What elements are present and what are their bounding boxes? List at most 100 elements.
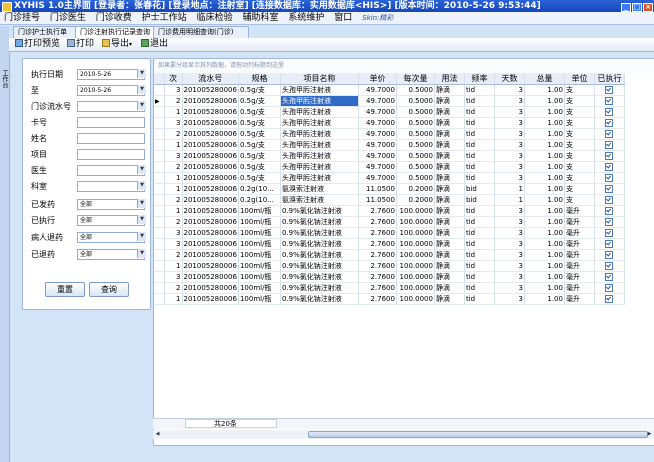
table-cell[interactable]: 头孢甲肟注射液 <box>280 84 359 96</box>
column-header[interactable]: 每次量 <box>396 73 435 85</box>
column-header[interactable]: 频率 <box>464 73 495 85</box>
table-cell[interactable]: 49.7000 <box>358 106 397 118</box>
table-cell[interactable]: 3 <box>164 238 183 250</box>
table-cell[interactable]: 100ml/瓶 <box>238 227 281 239</box>
table-row[interactable]: 1 201005280006 100ml/瓶 0.9%氯化钠注射液 2.7600 100.… <box>154 293 625 305</box>
table-cell[interactable]: 3 <box>494 249 525 261</box>
table-cell[interactable]: tid <box>464 139 495 151</box>
table-row[interactable]: 3 201005280006 100ml/瓶 0.9%氯化钠注射液 2.7600 100.… <box>154 238 625 250</box>
table-cell[interactable]: 头孢甲肟注射液 <box>280 95 359 107</box>
table-cell[interactable]: 1.00 <box>524 161 565 173</box>
table-cell[interactable]: 201005280006 <box>182 205 239 217</box>
table-cell[interactable]: tid <box>464 117 495 129</box>
table-cell[interactable]: 100ml/瓶 <box>238 282 281 294</box>
table-cell[interactable]: 3 <box>494 205 525 217</box>
table-cell[interactable]: 100ml/瓶 <box>238 238 281 250</box>
table-cell[interactable]: tid <box>464 161 495 173</box>
table-cell[interactable]: 1.00 <box>524 205 565 217</box>
row-indicator[interactable] <box>154 238 165 250</box>
table-row[interactable]: ▶ 2 201005280006 0.5g/支 头孢甲肟注射液 49.7000 0.5000… <box>154 95 625 107</box>
table-cell[interactable]: tid <box>464 84 495 96</box>
menu-item[interactable]: 护士工作站 <box>142 13 187 23</box>
table-cell[interactable]: tid <box>464 238 495 250</box>
card-field[interactable] <box>77 117 145 128</box>
table-cell[interactable]: 49.7000 <box>358 139 397 151</box>
to-date-field[interactable]: 2010-5-26 <box>77 85 145 96</box>
table-cell[interactable]: 0.9%氯化钠注射液 <box>280 227 359 239</box>
table-cell[interactable]: 3 <box>494 260 525 272</box>
table-cell[interactable]: 201005280006 <box>182 106 239 118</box>
table-cell[interactable]: 201005280006 <box>182 139 239 151</box>
table-cell[interactable]: 0.2000 <box>396 194 435 206</box>
table-cell[interactable]: 0.5g/支 <box>238 150 281 162</box>
table-cell[interactable]: 2 <box>164 194 183 206</box>
table-cell[interactable]: tid <box>464 95 495 107</box>
table-cell[interactable]: 头孢甲肟注射液 <box>280 117 359 129</box>
executed-checkbox-cell[interactable] <box>594 172 625 184</box>
row-indicator[interactable] <box>154 117 165 129</box>
table-cell[interactable]: 100.0000 <box>396 282 435 294</box>
table-cell[interactable]: 静滴 <box>434 150 465 162</box>
table-cell[interactable]: 100ml/瓶 <box>238 249 281 261</box>
table-cell[interactable]: 100.0000 <box>396 271 435 283</box>
chevron-down-icon[interactable]: ▼ <box>137 69 146 78</box>
table-cell[interactable]: tid <box>464 128 495 140</box>
side-strip[interactable]: 工作台 <box>0 26 10 462</box>
menu-item[interactable]: 辅助科室 <box>242 13 278 23</box>
column-header[interactable]: 单价 <box>358 73 397 85</box>
table-cell[interactable]: 100.0000 <box>396 216 435 228</box>
table-cell[interactable]: 头孢甲肟注射液 <box>280 139 359 151</box>
table-cell[interactable]: 3 <box>494 95 525 107</box>
table-cell[interactable]: tid <box>464 172 495 184</box>
table-cell[interactable]: 支 <box>564 139 595 151</box>
table-cell[interactable]: 2.7600 <box>358 216 397 228</box>
table-row[interactable]: 1 201005280006 100ml/瓶 0.9%氯化钠注射液 2.7600 100.… <box>154 260 625 272</box>
table-row[interactable]: 2 201005280006 100ml/瓶 0.9%氯化钠注射液 2.7600 100.… <box>154 249 625 261</box>
executed-checkbox-cell[interactable] <box>594 139 625 151</box>
table-cell[interactable]: 3 <box>494 172 525 184</box>
table-cell[interactable]: 1.00 <box>524 260 565 272</box>
table-cell[interactable]: 毫升 <box>564 216 595 228</box>
table-cell[interactable]: 201005280006 <box>182 216 239 228</box>
chevron-down-icon[interactable]: ▼ <box>137 165 146 174</box>
checkbox-checked-icon[interactable] <box>605 295 614 303</box>
table-cell[interactable]: 1 <box>494 194 525 206</box>
executed-checkbox-cell[interactable] <box>594 161 625 173</box>
chevron-down-icon[interactable]: ▼ <box>137 249 146 258</box>
table-cell[interactable]: 静滴 <box>434 271 465 283</box>
print-preview-button[interactable]: 打印预览 <box>15 38 60 51</box>
executed-checkbox-cell[interactable] <box>594 205 625 217</box>
table-cell[interactable]: 0.5g/支 <box>238 95 281 107</box>
table-cell[interactable]: 毫升 <box>564 227 595 239</box>
table-cell[interactable]: 头孢甲肟注射液 <box>280 172 359 184</box>
table-cell[interactable]: 0.5000 <box>396 106 435 118</box>
table-cell[interactable]: bid <box>464 194 495 206</box>
dispensed-select[interactable]: 全部 <box>77 199 145 210</box>
table-cell[interactable]: 0.5000 <box>396 139 435 151</box>
executed-checkbox-cell[interactable] <box>594 128 625 140</box>
table-cell[interactable]: 静滴 <box>434 260 465 272</box>
table-cell[interactable]: 0.9%氯化钠注射液 <box>280 293 359 305</box>
row-indicator[interactable] <box>154 161 165 173</box>
table-cell[interactable]: 0.5000 <box>396 150 435 162</box>
executed-checkbox-cell[interactable] <box>594 216 625 228</box>
table-cell[interactable]: 0.5g/支 <box>238 161 281 173</box>
table-cell[interactable]: 静滴 <box>434 183 465 195</box>
table-row[interactable]: 2 201005280006 100ml/瓶 0.9%氯化钠注射液 2.7600 100.… <box>154 216 625 228</box>
checkbox-checked-icon[interactable] <box>605 218 614 226</box>
table-cell[interactable]: 3 <box>164 227 183 239</box>
row-indicator[interactable] <box>154 106 165 118</box>
table-cell[interactable]: 0.9%氯化钠注射液 <box>280 249 359 261</box>
table-cell[interactable]: 3 <box>494 139 525 151</box>
table-cell[interactable]: tid <box>464 106 495 118</box>
table-cell[interactable]: 2.7600 <box>358 282 397 294</box>
table-cell[interactable]: 3 <box>494 117 525 129</box>
table-cell[interactable]: 3 <box>494 216 525 228</box>
query-button[interactable]: 查询 <box>89 282 129 297</box>
table-cell[interactable]: 2.7600 <box>358 238 397 250</box>
column-header[interactable]: 流水号 <box>182 73 239 85</box>
table-cell[interactable]: 100.0000 <box>396 205 435 217</box>
table-cell[interactable]: 1 <box>164 293 183 305</box>
table-cell[interactable]: 毫升 <box>564 293 595 305</box>
name-field[interactable] <box>77 133 145 144</box>
